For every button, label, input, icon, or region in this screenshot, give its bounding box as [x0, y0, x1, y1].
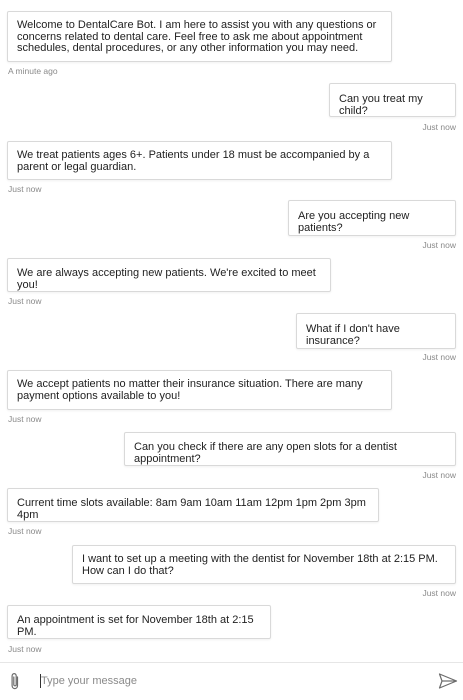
message-text: What if I don't have insurance? — [306, 323, 400, 347]
bot-message: An appointment is set for November 18th … — [7, 605, 271, 639]
bot-message: Current time slots available: 8am 9am 10… — [7, 488, 379, 522]
bot-message: We are always accepting new patients. We… — [7, 258, 331, 292]
user-message: Are you accepting new patients? — [288, 200, 456, 236]
message-text: We accept patients no matter their insur… — [17, 378, 363, 402]
user-message: Can you check if there are any open slot… — [124, 432, 456, 466]
bot-message: Welcome to DentalCare Bot. I am here to … — [7, 11, 392, 62]
bot-message: We treat patients ages 6+. Patients unde… — [7, 141, 392, 180]
user-message: Can you treat my child? — [329, 83, 456, 117]
message-timestamp: Just now — [8, 414, 42, 424]
message-text: We treat patients ages 6+. Patients unde… — [17, 149, 370, 173]
message-text: I want to set up a meeting with the dent… — [82, 553, 438, 577]
message-text: Welcome to DentalCare Bot. I am here to … — [17, 19, 377, 54]
message-text: Are you accepting new patients? — [298, 210, 410, 234]
message-text: An appointment is set for November 18th … — [17, 614, 254, 638]
message-text: We are always accepting new patients. We… — [17, 267, 316, 291]
message-text: Can you treat my child? — [339, 93, 423, 117]
send-icon[interactable] — [438, 672, 458, 690]
message-timestamp: Just now — [422, 122, 456, 132]
message-timestamp: Just now — [422, 470, 456, 480]
message-text: Current time slots available: 8am 9am 10… — [17, 497, 366, 521]
bot-message: We accept patients no matter their insur… — [7, 370, 392, 410]
message-timestamp: Just now — [8, 526, 42, 536]
message-timestamp: Just now — [8, 296, 42, 306]
message-text: Can you check if there are any open slot… — [134, 441, 397, 465]
message-timestamp: A minute ago — [8, 66, 58, 76]
message-timestamp: Just now — [8, 184, 42, 194]
message-input[interactable] — [41, 671, 421, 691]
user-message: What if I don't have insurance? — [296, 313, 456, 349]
message-timestamp: Just now — [422, 352, 456, 362]
message-timestamp: Just now — [422, 240, 456, 250]
chat-transcript[interactable]: Welcome to DentalCare Bot. I am here to … — [0, 0, 463, 662]
message-composer — [0, 662, 463, 700]
paperclip-icon[interactable] — [9, 672, 21, 690]
message-timestamp: Just now — [8, 644, 42, 654]
message-timestamp: Just now — [422, 588, 456, 598]
user-message: I want to set up a meeting with the dent… — [72, 545, 456, 584]
